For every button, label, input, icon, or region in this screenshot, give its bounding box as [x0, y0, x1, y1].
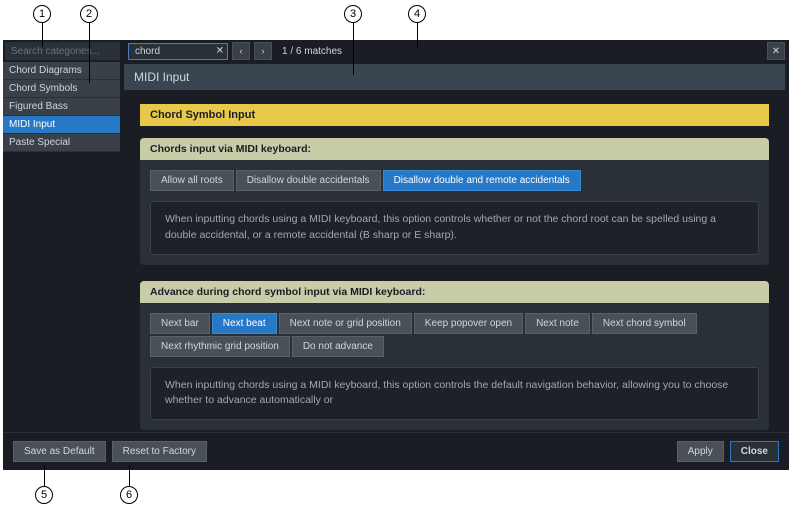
option-do-not-advance[interactable]: Do not advance	[292, 336, 384, 357]
option-disallow-double-remote[interactable]: Disallow double and remote accidentals	[383, 170, 581, 191]
dialog-footer: Save as Default Reset to Factory Apply C…	[3, 432, 789, 470]
sidebar-item-figured-bass[interactable]: Figured Bass	[3, 98, 120, 116]
apply-button[interactable]: Apply	[677, 441, 724, 462]
close-button[interactable]: Close	[730, 441, 779, 462]
option-group-chords-input: Chords input via MIDI keyboard: Allow al…	[140, 138, 769, 265]
clear-search-icon[interactable]: ✕	[216, 46, 224, 57]
callout-4: 4	[408, 5, 426, 23]
callout-3: 3	[344, 5, 362, 23]
sidebar-item-paste-special[interactable]: Paste Special	[3, 134, 120, 152]
category-list: Chord Diagrams Chord Symbols Figured Bas…	[3, 62, 120, 432]
sidebar-item-chord-symbols[interactable]: Chord Symbols	[3, 80, 120, 98]
sidebar-item-chord-diagrams[interactable]: Chord Diagrams	[3, 62, 120, 80]
option-next-note[interactable]: Next note	[525, 313, 590, 334]
search-categories-input[interactable]	[5, 42, 120, 60]
option-next-note-grid[interactable]: Next note or grid position	[279, 313, 412, 334]
close-search-button[interactable]: ✕	[767, 42, 785, 60]
option-next-beat[interactable]: Next beat	[212, 313, 277, 334]
option-description: When inputting chords using a MIDI keybo…	[150, 201, 759, 255]
next-match-button[interactable]: ›	[254, 42, 272, 60]
search-options-input[interactable]	[128, 43, 228, 60]
option-description: When inputting chords using a MIDI keybo…	[150, 367, 759, 421]
save-default-button[interactable]: Save as Default	[13, 441, 106, 462]
callout-5: 5	[35, 486, 53, 504]
callout-1: 1	[33, 5, 51, 23]
dialog-window: ✕ ‹ › 1 / 6 matches ✕ Chord Diagrams Cho…	[3, 40, 789, 470]
option-group-advance: Advance during chord symbol input via MI…	[140, 281, 769, 431]
option-label: Chords input via MIDI keyboard:	[140, 138, 769, 160]
top-bar: ✕ ‹ › 1 / 6 matches ✕	[3, 40, 789, 62]
sidebar-item-midi-input[interactable]: MIDI Input	[3, 116, 120, 134]
page-title: MIDI Input	[124, 64, 785, 90]
page-body[interactable]: Chord Symbol Input Chords input via MIDI…	[120, 90, 789, 432]
option-disallow-double[interactable]: Disallow double accidentals	[236, 170, 381, 191]
option-next-chord-symbol[interactable]: Next chord symbol	[592, 313, 697, 334]
prev-match-button[interactable]: ‹	[232, 42, 250, 60]
section-title: Chord Symbol Input	[140, 104, 769, 126]
callout-2: 2	[80, 5, 98, 23]
reset-factory-button[interactable]: Reset to Factory	[112, 441, 207, 462]
option-next-bar[interactable]: Next bar	[150, 313, 210, 334]
callout-6: 6	[120, 486, 138, 504]
option-allow-all-roots[interactable]: Allow all roots	[150, 170, 234, 191]
match-count-text: 1 / 6 matches	[282, 46, 342, 57]
option-keep-popover[interactable]: Keep popover open	[414, 313, 523, 334]
option-label: Advance during chord symbol input via MI…	[140, 281, 769, 303]
option-next-rhythmic-grid[interactable]: Next rhythmic grid position	[150, 336, 290, 357]
